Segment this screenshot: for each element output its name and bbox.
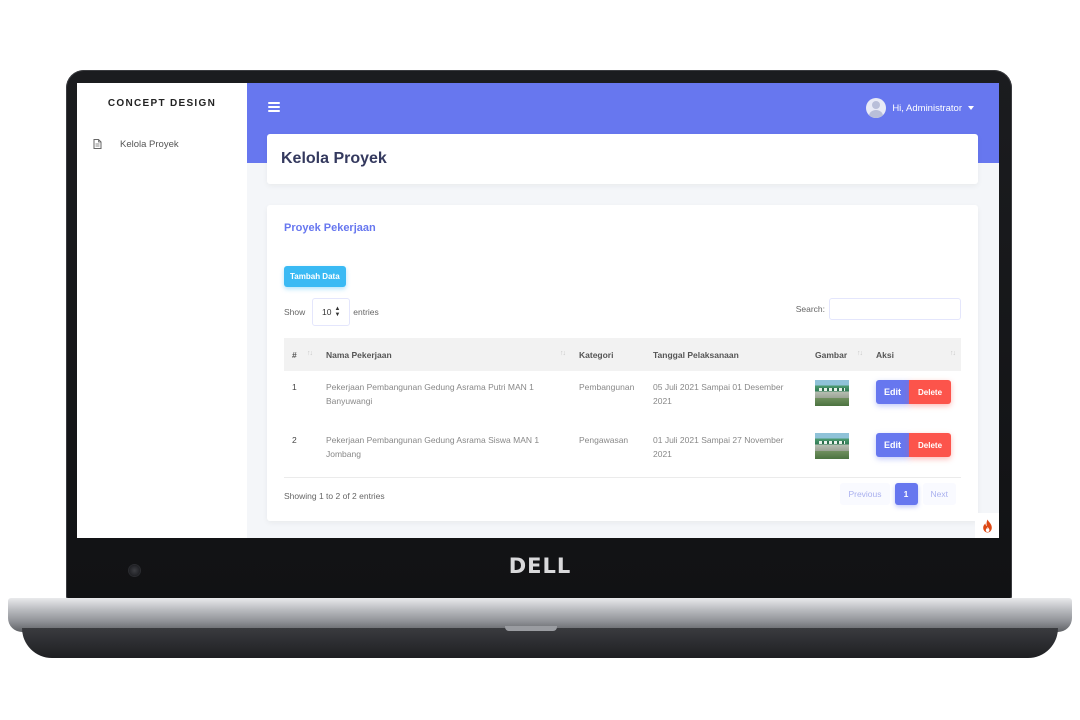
sort-icon: ↑↓ <box>857 350 863 357</box>
chevron-down-icon <box>968 106 974 110</box>
user-menu[interactable]: Hi, Administrator <box>866 98 974 118</box>
laptop-base-front <box>22 628 1058 658</box>
row-nama: Pekerjaan Pembangunan Gedung Asrama Putr… <box>326 382 534 406</box>
fire-icon <box>982 519 992 532</box>
table-row: 2 Pekerjaan Pembangunan Gedung Asrama Si… <box>284 424 961 478</box>
avatar <box>866 98 887 118</box>
sidebar: CONCEPT DESIGN Kelola Proyek <box>77 83 247 538</box>
sidebar-brand[interactable]: CONCEPT DESIGN <box>77 98 247 109</box>
laptop-frame: CONCEPT DESIGN Kelola Proyek Hi, Adminis… <box>0 0 1080 720</box>
row-aksi: Edit Delete <box>868 424 961 478</box>
laptop-hinge <box>505 626 557 631</box>
sidebar-item-label: Kelola Proyek <box>120 138 179 150</box>
hamburger-icon[interactable] <box>268 102 280 112</box>
dell-logo: DELL <box>508 554 572 578</box>
project-thumbnail[interactable] <box>815 433 849 459</box>
row-tanggal: 05 Juli 2021 Sampai 01 Desember 2021 <box>653 382 784 406</box>
column-header-no[interactable]: # ↑↓ <box>284 338 318 371</box>
row-gambar <box>807 371 868 424</box>
delete-button[interactable]: Delete <box>909 380 952 404</box>
card-title: Proyek Pekerjaan <box>284 222 376 234</box>
entries-value: 10 <box>322 307 332 317</box>
column-header-gambar[interactable]: Gambar ↑↓ <box>807 338 868 371</box>
table-row: 1 Pekerjaan Pembangunan Gedung Asrama Pu… <box>284 371 961 424</box>
show-label: Show <box>284 307 306 317</box>
row-aksi: Edit Delete <box>868 371 961 424</box>
row-tanggal: 01 Juli 2021 Sampai 27 November 2021 <box>645 424 807 478</box>
edit-button[interactable]: Edit <box>876 433 909 457</box>
laptop-screen: CONCEPT DESIGN Kelola Proyek Hi, Adminis… <box>77 83 999 538</box>
row-kategori: Pengawasan <box>571 424 645 478</box>
sort-icon: ↑↓ <box>307 350 313 357</box>
next-button[interactable]: Next <box>922 483 956 505</box>
row-number: 1 <box>292 382 297 392</box>
edit-button[interactable]: Edit <box>876 380 909 404</box>
entries-label: entries <box>353 307 379 317</box>
page-header: Kelola Proyek <box>267 134 978 184</box>
debug-toolbar-toggle[interactable] <box>975 513 999 538</box>
add-data-button[interactable]: Tambah Data <box>284 266 346 287</box>
webcam <box>129 565 140 576</box>
projects-table: # ↑↓ Nama Pekerjaan ↑↓ Kategori Tanggal Pe… <box>284 338 961 478</box>
search-label: Search: <box>795 304 825 314</box>
delete-button[interactable]: Delete <box>909 433 952 457</box>
main-content: Hi, Administrator Kelola Proyek Proyek P… <box>247 83 999 538</box>
entries-select[interactable]: 10 ▲ ▼ <box>312 298 351 326</box>
search-box: Search: <box>796 298 961 320</box>
column-header-nama[interactable]: Nama Pekerjaan ↑↓ <box>318 338 571 371</box>
sort-arrows-icon: ▲ ▼ <box>334 306 341 318</box>
row-kategori: Pembangunan <box>579 382 635 392</box>
column-header-kategori[interactable]: Kategori <box>571 338 645 371</box>
sort-icon: ↑↓ <box>560 350 566 357</box>
table-header-row: # ↑↓ Nama Pekerjaan ↑↓ Kategori Tanggal Pe… <box>284 338 961 371</box>
sidebar-item-kelola-proyek[interactable]: Kelola Proyek <box>93 137 179 151</box>
search-input[interactable] <box>829 298 961 320</box>
row-nama: Pekerjaan Pembangunan Gedung Asrama Sisw… <box>318 424 571 478</box>
document-icon <box>93 139 102 149</box>
page-button-1[interactable]: 1 <box>894 483 918 505</box>
row-gambar <box>807 424 868 478</box>
column-header-aksi[interactable]: Aksi ↑↓ <box>868 338 961 371</box>
sort-icon: ↑↓ <box>950 350 956 357</box>
page-title: Kelola Proyek <box>281 150 387 167</box>
show-entries: Show 10 ▲ ▼ entries <box>284 298 379 326</box>
pagination: Previous 1 Next <box>840 483 956 505</box>
previous-button[interactable]: Previous <box>840 483 890 505</box>
row-number: 2 <box>284 424 318 478</box>
project-card: Proyek Pekerjaan Tambah Data Show 10 ▲ ▼ … <box>267 205 978 521</box>
column-header-tanggal[interactable]: Tanggal Pelaksanaan <box>645 338 807 371</box>
table-info: Showing 1 to 2 of 2 entries <box>284 491 385 501</box>
user-greeting: Hi, Administrator <box>892 102 962 114</box>
project-thumbnail[interactable] <box>815 380 849 406</box>
